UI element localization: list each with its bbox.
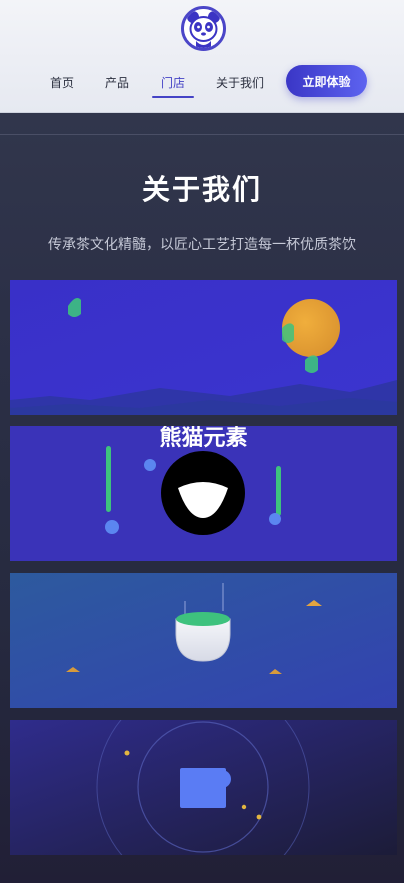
panda-element-illustration: 熊猫元素 xyxy=(10,426,397,561)
nav-item-stores[interactable]: 门店 xyxy=(161,74,185,91)
landscape-moon-illustration xyxy=(10,280,397,415)
panda-element-caption: 熊猫元素 xyxy=(159,426,248,451)
try-now-button[interactable]: 立即体验 xyxy=(286,65,367,97)
nav-item-products[interactable]: 产品 xyxy=(105,74,129,91)
tea-bowl-illustration xyxy=(10,573,397,708)
site-header: 首页 产品 门店 关于我们 立即体验 xyxy=(0,0,404,113)
main-nav: 首页 产品 门店 关于我们 立即体验 xyxy=(0,64,404,100)
nav-item-about[interactable]: 关于我们 xyxy=(216,74,264,91)
nav-active-indicator xyxy=(152,96,194,98)
section-divider xyxy=(0,134,404,135)
page-subtitle: 传承茶文化精髓，以匠心工艺打造每一杯优质茶饮 xyxy=(48,237,356,253)
panda-logo-icon[interactable] xyxy=(181,6,226,51)
orbit-square-illustration xyxy=(10,720,397,855)
nav-item-home[interactable]: 首页 xyxy=(50,74,74,91)
page: 首页 产品 门店 关于我们 立即体验 关于我们 传承茶文化精髓，以匠心工艺打造每… xyxy=(0,0,404,883)
page-title: 关于我们 xyxy=(141,173,262,206)
